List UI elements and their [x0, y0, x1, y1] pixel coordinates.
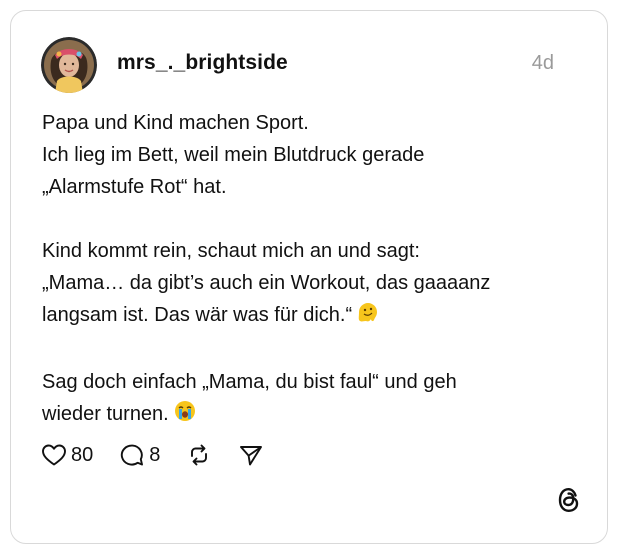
reply-count: 8 — [149, 443, 161, 466]
loudly-crying-face-emoji — [173, 399, 197, 433]
avatar[interactable] — [41, 37, 97, 93]
threads-logo-icon[interactable] — [556, 486, 582, 519]
username[interactable]: mrs_._brightside — [117, 51, 288, 75]
avatar-image — [41, 37, 97, 93]
share-button[interactable] — [238, 443, 264, 467]
repost-icon — [186, 443, 212, 467]
post-paragraph-3: Sag doch einfach „Mama, du bist faul“ un… — [42, 366, 582, 433]
post-card: mrs_._brightside 4d Papa und Kind machen… — [10, 10, 608, 544]
reply-button[interactable]: 8 — [119, 443, 160, 467]
like-count: 80 — [71, 443, 94, 466]
comment-icon — [119, 443, 145, 467]
melting-face-emoji — [356, 300, 380, 334]
action-bar: 80 8 — [41, 441, 264, 469]
post-body: Papa und Kind machen Sport. Ich lieg im … — [42, 107, 582, 433]
like-button[interactable]: 80 — [41, 443, 93, 467]
post-time[interactable]: 4d — [532, 52, 554, 75]
share-icon — [238, 443, 264, 467]
post-paragraph-2-text: Kind kommt rein, schaut mich an und sagt… — [42, 240, 491, 326]
heart-icon — [41, 443, 67, 467]
post-paragraph-3-text: Sag doch einfach „Mama, du bist faul“ un… — [42, 371, 457, 425]
post-paragraph-1-text: Papa und Kind machen Sport. Ich lieg im … — [42, 112, 425, 198]
post-paragraph-1: Papa und Kind machen Sport. Ich lieg im … — [42, 107, 582, 203]
post-paragraph-2: Kind kommt rein, schaut mich an und sagt… — [42, 235, 582, 334]
repost-button[interactable] — [186, 443, 212, 467]
